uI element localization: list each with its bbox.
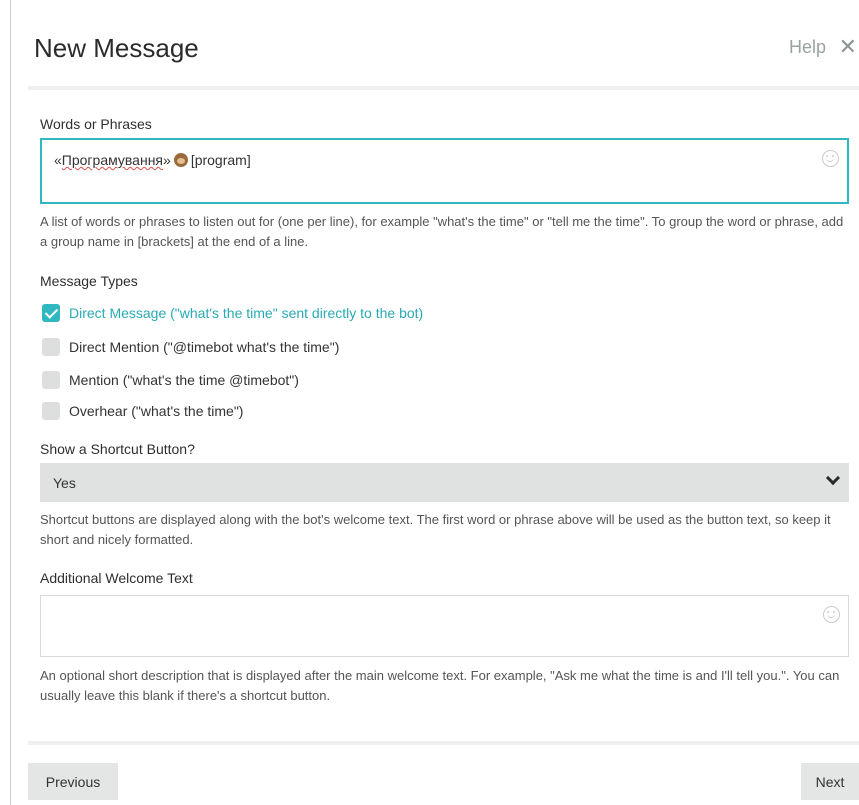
shortcut-selected-value: Yes <box>53 475 76 491</box>
checkbox-unchecked-icon[interactable] <box>42 371 60 389</box>
chevron-down-icon[interactable] <box>827 476 837 486</box>
previous-button[interactable]: Previous <box>28 763 118 800</box>
checkbox-label: Direct Mention ("@timebot what's the tim… <box>69 339 340 355</box>
new-message-dialog: New Message Help ✕ Words or Phrases «Про… <box>28 0 859 805</box>
close-icon[interactable]: ✕ <box>839 34 857 60</box>
words-hint: A list of words or phrases to listen out… <box>40 214 844 249</box>
checkbox-overhear[interactable]: Overhear ("what's the time") <box>42 401 243 421</box>
left-border <box>10 0 11 805</box>
words-textarea[interactable]: «Програмування» [program] <box>40 138 849 204</box>
emoji-picker-icon[interactable] <box>822 150 839 167</box>
group-tag: [program] <box>190 152 251 168</box>
words-textarea-content: «Програмування» [program] <box>54 152 251 168</box>
checkbox-unchecked-icon[interactable] <box>42 402 60 420</box>
checkbox-direct-mention[interactable]: Direct Mention ("@timebot what's the tim… <box>42 337 339 357</box>
checkbox-direct-message[interactable]: Direct Message ("what's the time" sent d… <box>42 303 423 323</box>
help-link[interactable]: Help <box>789 37 826 58</box>
words-label: Words or Phrases <box>40 116 152 132</box>
header-divider <box>28 86 859 90</box>
checkbox-label: Mention ("what's the time @timebot") <box>69 372 299 388</box>
next-button[interactable]: Next <box>801 763 859 800</box>
checkbox-label: Direct Message ("what's the time" sent d… <box>69 305 424 321</box>
shortcut-hint: Shortcut buttons are displayed along wit… <box>40 512 831 547</box>
emoji-picker-icon[interactable] <box>823 606 840 623</box>
monkey-face-emoji-icon <box>173 153 188 167</box>
message-types-label: Message Types <box>40 273 138 289</box>
dialog-title: New Message <box>34 33 199 63</box>
footer-divider <box>28 741 859 745</box>
checkbox-label: Overhear ("what's the time") <box>69 403 244 419</box>
welcome-label: Additional Welcome Text <box>40 570 193 586</box>
checkbox-checked-icon[interactable] <box>42 304 60 322</box>
welcome-textarea[interactable] <box>40 595 849 657</box>
checkbox-unchecked-icon[interactable] <box>42 338 60 356</box>
welcome-hint: An optional short description that is di… <box>40 668 840 703</box>
dialog-header: New Message Help ✕ <box>28 0 859 90</box>
misspelled-word: Програмування <box>61 152 164 168</box>
shortcut-select[interactable]: Yes <box>40 463 849 502</box>
shortcut-label: Show a Shortcut Button? <box>40 441 195 457</box>
checkbox-mention[interactable]: Mention ("what's the time @timebot") <box>42 370 299 390</box>
